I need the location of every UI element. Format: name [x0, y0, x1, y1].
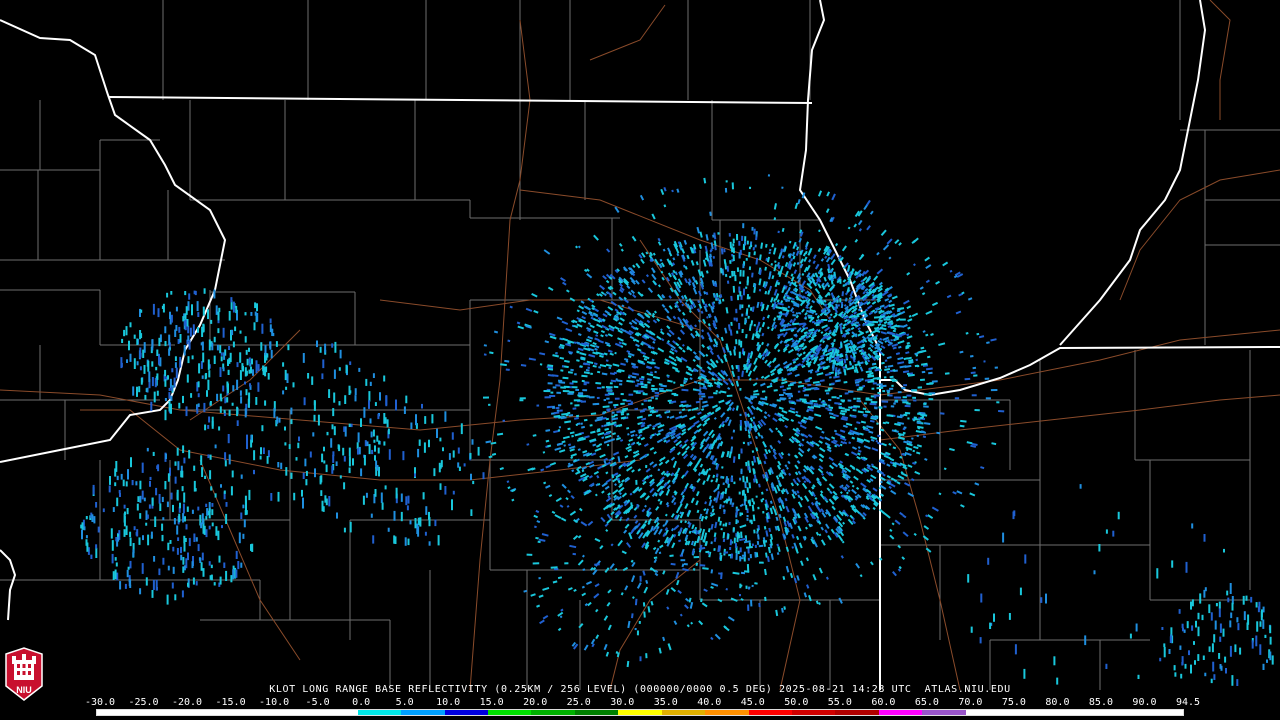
niu-logo-text: NIU — [16, 685, 32, 695]
colorbar-segment — [270, 710, 315, 715]
colorbar-segment — [1139, 710, 1183, 715]
colorbar-segment — [97, 710, 141, 715]
colorbar-labels: -30.0 -25.0 -20.0 -15.0 -10.0 -5.0 0.0 5.0 10.0 1… — [85, 697, 1200, 709]
colorbar-label: 75.0 — [1001, 697, 1026, 708]
colorbar-segment — [140, 710, 184, 715]
colorbar-label: 10.0 — [436, 697, 461, 708]
product-caption: KLOT LONG RANGE BASE REFLECTIVITY (0.25K… — [269, 684, 1011, 695]
colorbar-label: 70.0 — [958, 697, 983, 708]
highway-lines — [0, 0, 1280, 691]
colorbar-label: 35.0 — [653, 697, 678, 708]
colorbar-segment — [444, 710, 488, 715]
colorbar-label: 20.0 — [523, 697, 548, 708]
colorbar-label: 55.0 — [827, 697, 852, 708]
colorbar-label: 60.0 — [871, 697, 896, 708]
colorbar-label: 94.5 — [1175, 697, 1201, 708]
colorbar-segment — [574, 710, 619, 715]
colorbar-label: 80.0 — [1045, 697, 1070, 708]
colorbar-segment — [531, 710, 575, 715]
colorbar-label: 45.0 — [740, 697, 765, 708]
colorbar-segment — [705, 710, 749, 715]
colorbar-label: 15.0 — [479, 697, 504, 708]
colorbar-segment — [661, 710, 706, 715]
colorbar-segment — [1009, 710, 1053, 715]
colorbar-label: -20.0 — [171, 697, 203, 708]
colorbar-segment — [748, 710, 792, 715]
colorbar-segment — [1096, 710, 1140, 715]
colorbar-segment — [618, 710, 662, 715]
colorbar-label: 85.0 — [1088, 697, 1113, 708]
colorbar-segment — [487, 710, 532, 715]
colorbar-label: 25.0 — [566, 697, 591, 708]
colorbar-label: 90.0 — [1132, 697, 1157, 708]
colorbar-segment — [183, 710, 228, 715]
niu-logo: NIU — [5, 647, 43, 701]
colorbar-segment — [401, 710, 445, 715]
colorbar-label: -5.0 — [305, 697, 330, 708]
colorbar-segment — [878, 710, 923, 715]
colorbar-segment — [922, 710, 966, 715]
colorbar-label: 0.0 — [352, 697, 371, 708]
colorbar-label: -10.0 — [259, 697, 290, 708]
radar-map — [0, 0, 1280, 691]
colorbar-segment — [227, 710, 271, 715]
colorbar-label: 65.0 — [914, 697, 939, 708]
state-borders — [0, 0, 1280, 690]
colorbar-label: -30.0 — [84, 697, 116, 708]
colorbar-label: -25.0 — [128, 697, 159, 708]
colorbar-segment — [1052, 710, 1097, 715]
reflectivity-colorbar — [96, 709, 1184, 716]
colorbar-segment — [792, 710, 836, 715]
colorbar-label: 50.0 — [784, 697, 809, 708]
colorbar-label: 40.0 — [697, 697, 722, 708]
colorbar-segment — [835, 710, 879, 715]
colorbar-segment — [357, 710, 402, 715]
colorbar-segment — [965, 710, 1010, 715]
colorbar-label: -15.0 — [215, 697, 246, 708]
colorbar-segment — [314, 710, 358, 715]
colorbar-label: 5.0 — [395, 697, 414, 708]
county-lines — [0, 0, 1280, 690]
colorbar-label: 30.0 — [610, 697, 635, 708]
